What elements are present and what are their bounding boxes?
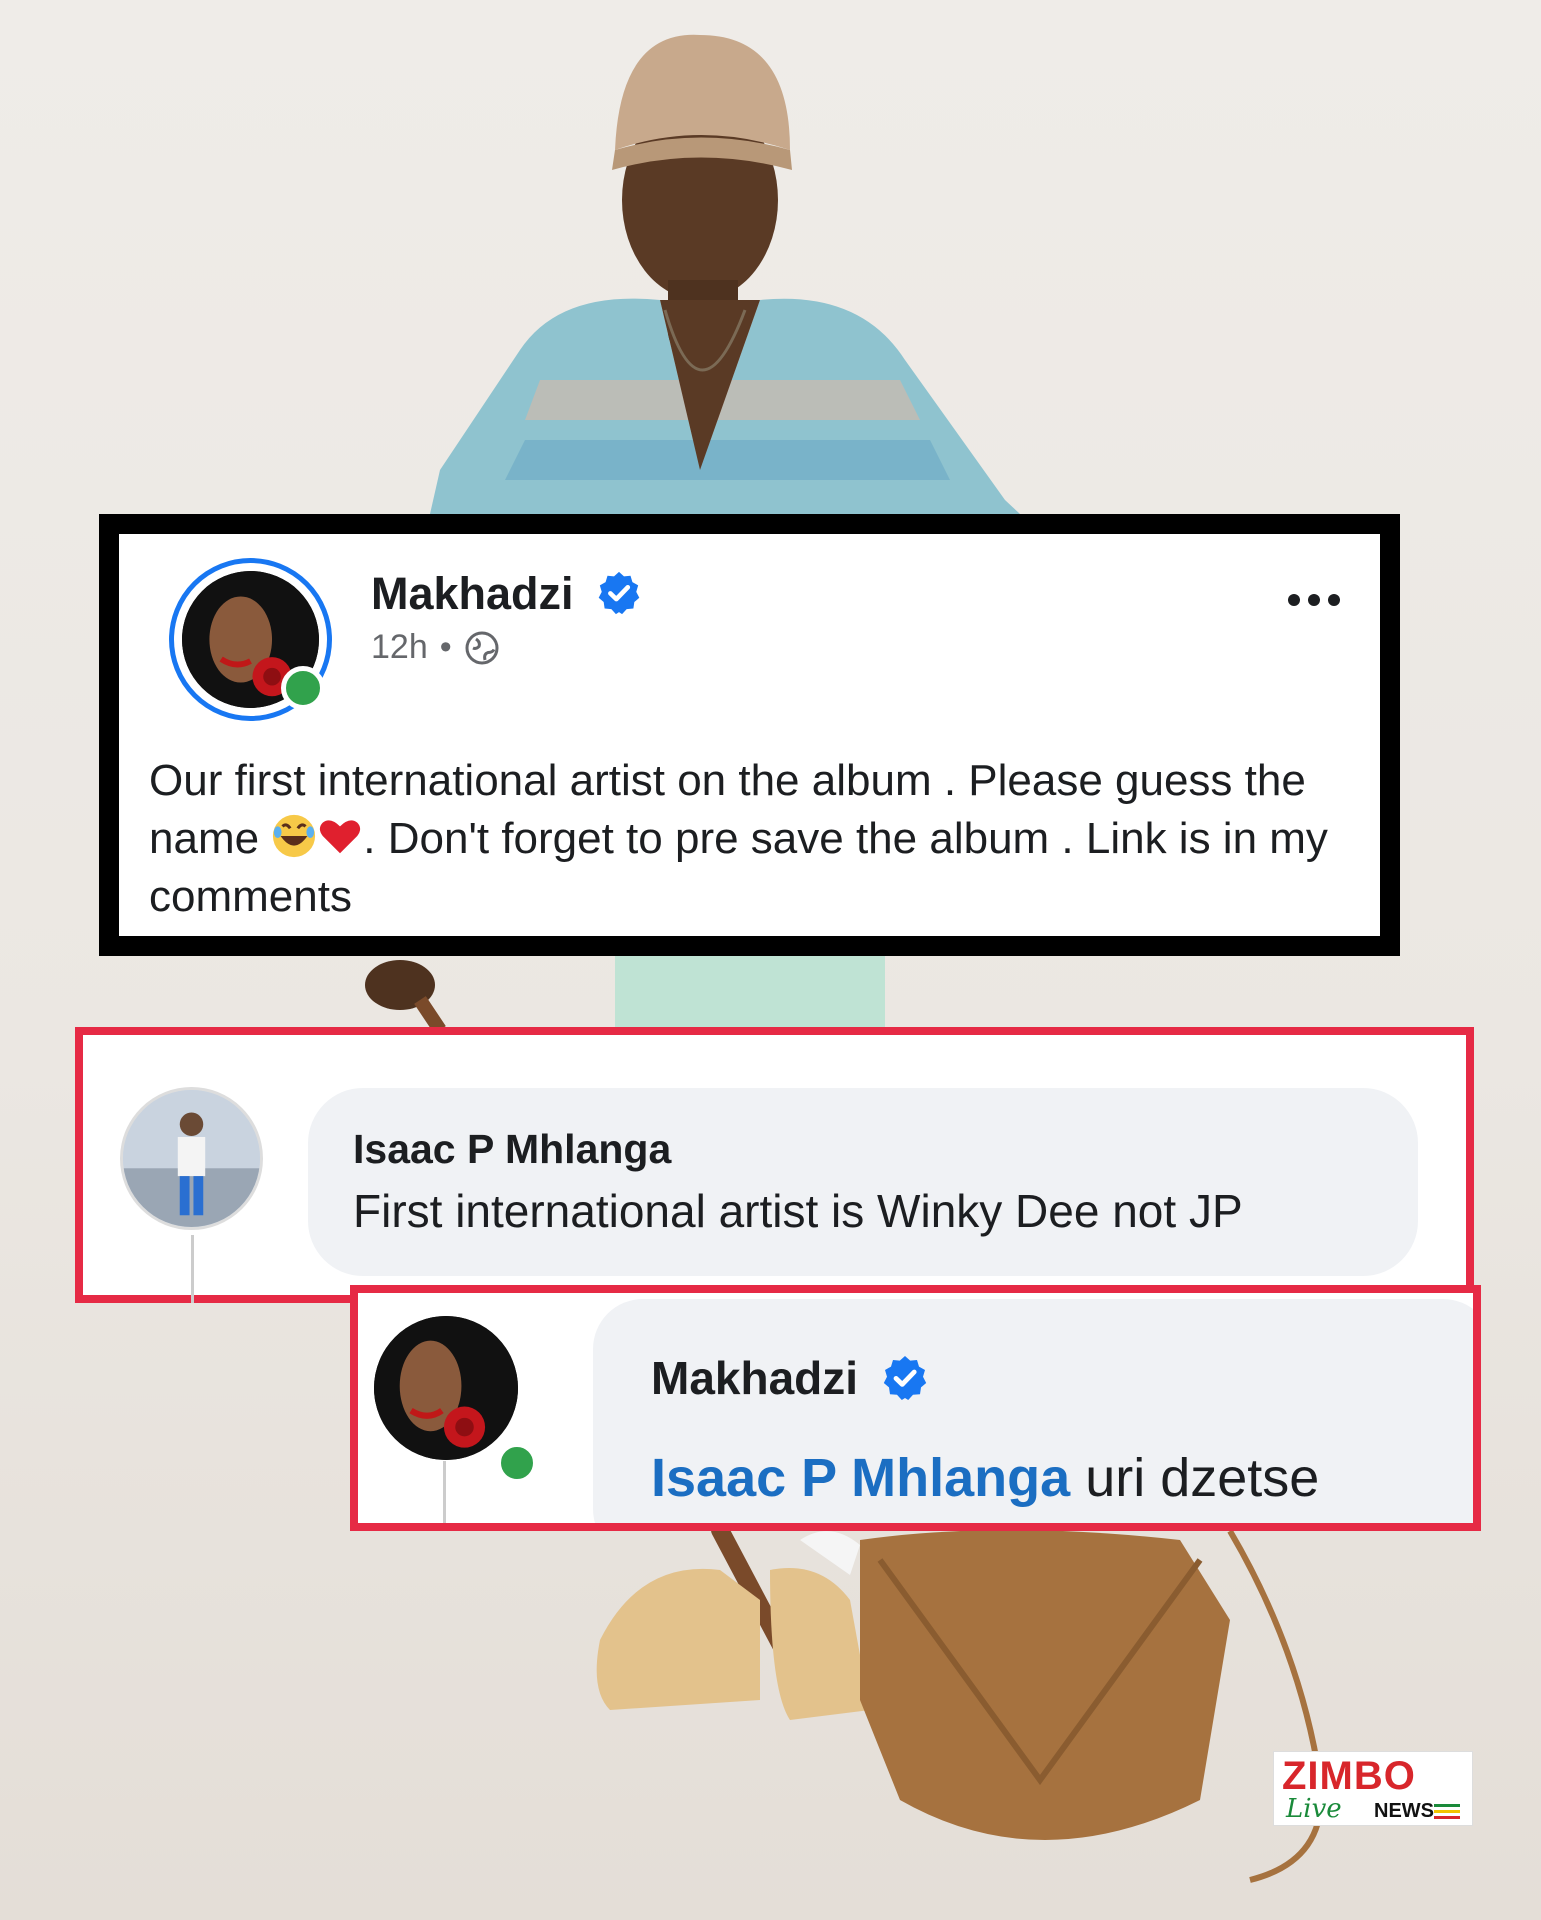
reply-author-name[interactable]: Makhadzi [651, 1352, 858, 1404]
thread-line [191, 1235, 194, 1303]
globe-icon[interactable] [464, 630, 500, 666]
laughing-tears-emoji-icon [273, 814, 316, 858]
thread-line [443, 1461, 446, 1523]
mention-link[interactable]: Isaac P Mhlanga [651, 1448, 1070, 1508]
verified-badge-icon [883, 1355, 927, 1400]
red-heart-emoji-icon [320, 820, 361, 854]
more-options-icon[interactable] [1288, 594, 1340, 606]
post-card: Makhadzi 12h • Our first international a… [119, 534, 1380, 936]
verified-badge-icon [598, 572, 640, 615]
background-photo [365, 34, 1325, 1883]
logo-brand: ZIMBO [1282, 1754, 1416, 1798]
post-highlight-frame: Makhadzi 12h • Our first international a… [99, 514, 1400, 956]
online-status-dot [496, 1442, 538, 1484]
logo-news: NEWS [1374, 1800, 1434, 1822]
meta-separator: • [439, 628, 452, 666]
post-body: Our first international artist on the al… [149, 752, 1349, 926]
commenter-avatar[interactable] [120, 1087, 263, 1230]
online-status-dot [281, 666, 325, 710]
zimbo-live-news-logo: ZIMBO Live NEWS [1273, 1751, 1473, 1826]
post-author[interactable]: Makhadzi [371, 568, 642, 620]
reply-bubble: Makhadzi Isaac P Mhlanga uri dzetse [593, 1299, 1473, 1523]
reply-avatar[interactable] [374, 1316, 518, 1460]
reply-author[interactable]: Makhadzi [651, 1351, 929, 1406]
post-meta: 12h • [371, 628, 500, 667]
logo-live: Live [1286, 1794, 1342, 1824]
post-author-name[interactable]: Makhadzi [371, 568, 574, 619]
comment-bubble: Isaac P Mhlanga First international arti… [308, 1088, 1418, 1276]
reply-text-body: uri dzetse [1070, 1448, 1320, 1508]
comment-text: First international artist is Winky Dee … [353, 1185, 1243, 1237]
commenter-name[interactable]: Isaac P Mhlanga [353, 1126, 671, 1173]
comment-highlight-frame: Isaac P Mhlanga First international arti… [75, 1027, 1474, 1303]
logo-flag-bars [1434, 1804, 1460, 1822]
reply-text: Isaac P Mhlanga uri dzetse [651, 1447, 1319, 1509]
reply-highlight-frame: Makhadzi Isaac P Mhlanga uri dzetse [350, 1285, 1481, 1531]
post-timestamp[interactable]: 12h [371, 628, 428, 667]
